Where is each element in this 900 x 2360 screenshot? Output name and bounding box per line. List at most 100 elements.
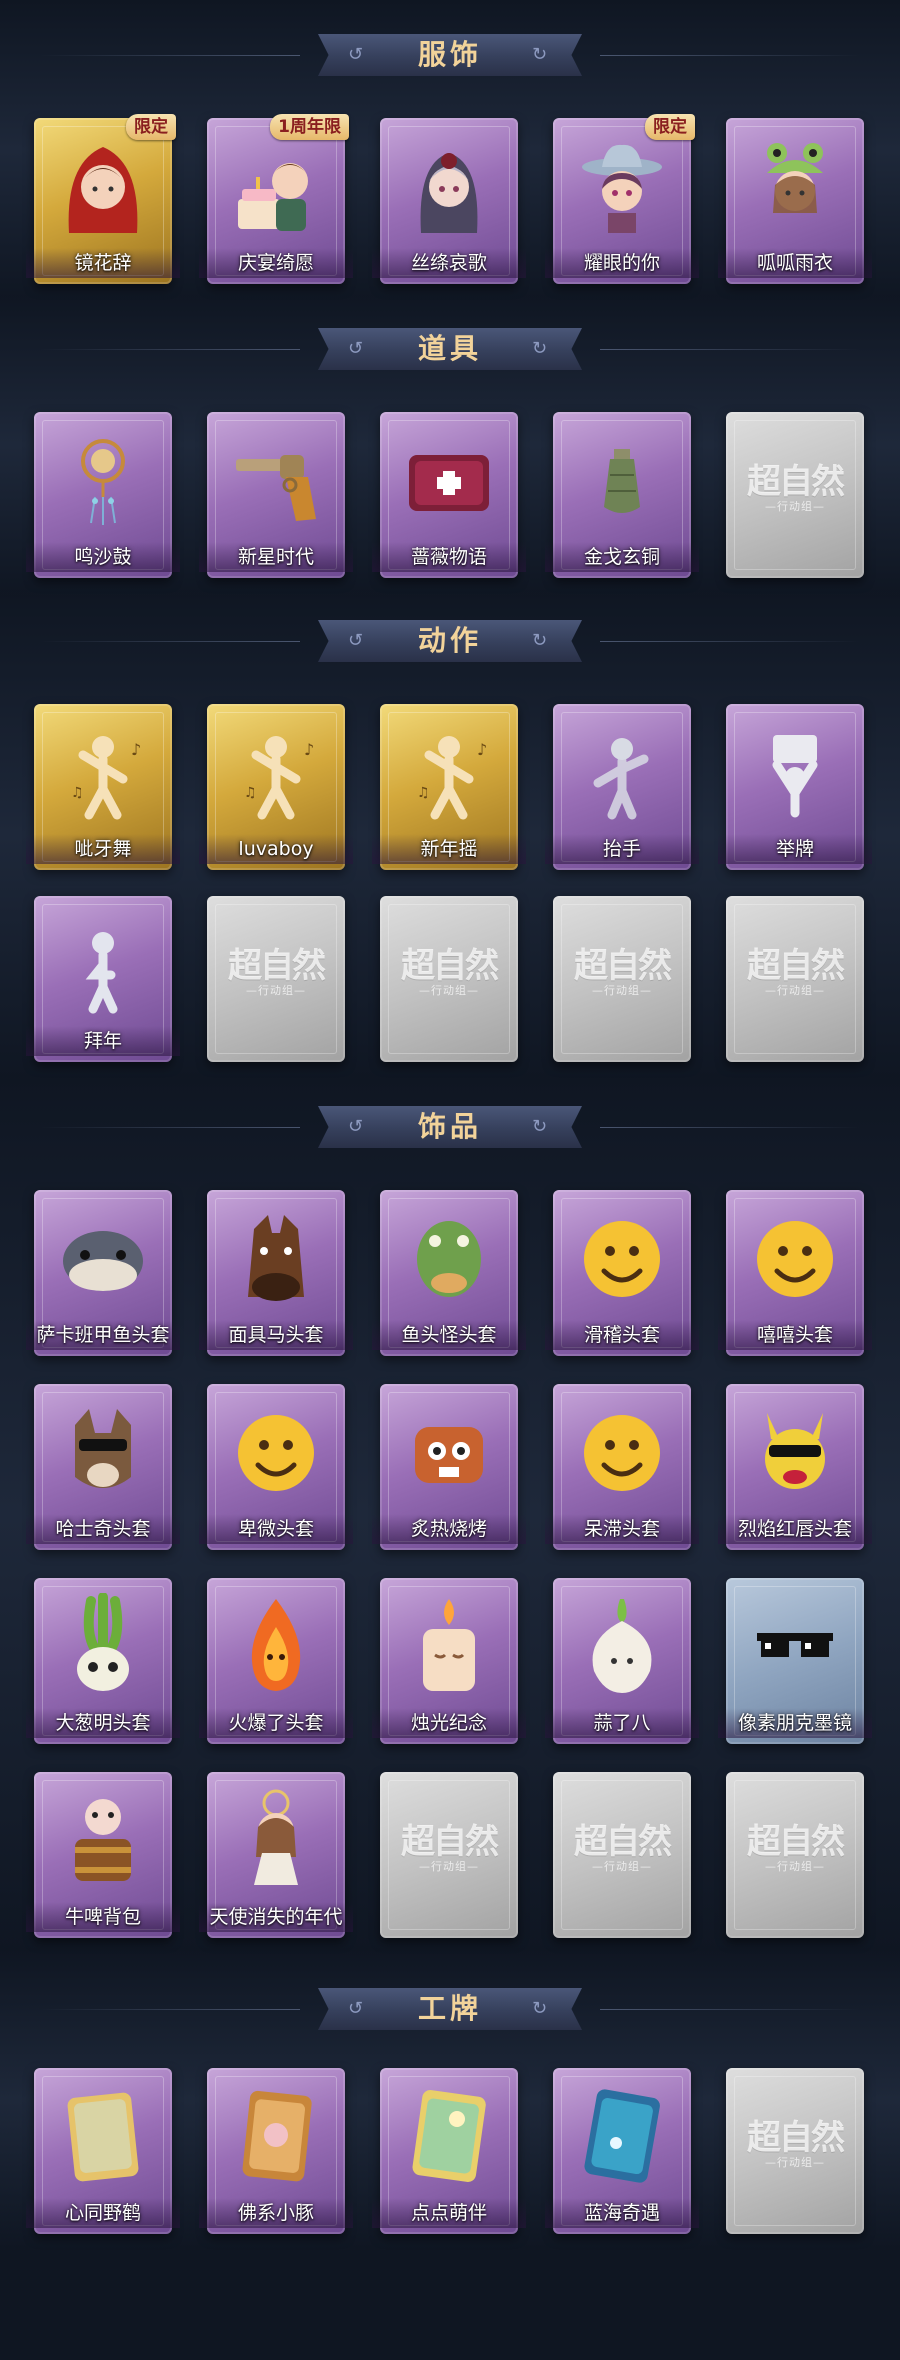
item-card[interactable]: ♪ ♫ luvaboy bbox=[199, 704, 353, 870]
item-card[interactable]: 镜花辞 限定 bbox=[26, 114, 180, 284]
item-name: 卑微头套 bbox=[199, 1514, 353, 1544]
item-card[interactable]: 蓝海奇遇 bbox=[545, 2068, 699, 2234]
bow-pose-icon bbox=[54, 910, 152, 1016]
item-card[interactable]: 蒜了八 bbox=[545, 1578, 699, 1744]
item-card[interactable]: 牛啤背包 bbox=[26, 1772, 180, 1938]
section-header-badges: ↺ ↻ 工牌 bbox=[0, 1978, 900, 2042]
locked-item-card[interactable]: 超自然 —行动组— bbox=[553, 896, 691, 1062]
svg-text:♫: ♫ bbox=[244, 785, 257, 801]
shake-pose-icon: ♪ ♫ bbox=[400, 718, 498, 824]
banner-divider bbox=[40, 1127, 300, 1128]
item-name: 佛系小豚 bbox=[199, 2198, 353, 2228]
item-card[interactable]: 抬手 bbox=[545, 704, 699, 870]
placeholder-subtitle: —行动组— bbox=[765, 500, 825, 513]
item-card[interactable]: ♪ ♫ 新年摇 bbox=[372, 704, 526, 870]
placeholder-logo: 超自然 bbox=[228, 946, 326, 986]
item-card[interactable]: 炙热烧烤 bbox=[372, 1384, 526, 1550]
item-name: 耀眼的你 bbox=[545, 248, 699, 278]
section-header-accessories: ↺ ↻ 饰品 bbox=[0, 1096, 900, 1160]
ocean-card-icon bbox=[573, 2082, 671, 2188]
item-card[interactable]: ♪ ♫ 呲牙舞 bbox=[26, 704, 180, 870]
item-name: 新年摇 bbox=[372, 834, 526, 864]
locked-item-card[interactable]: 超自然 —行动组— bbox=[380, 896, 518, 1062]
locked-item-card[interactable]: 超自然 —行动组— bbox=[726, 2068, 864, 2234]
item-card[interactable]: 卑微头套 bbox=[199, 1384, 353, 1550]
item-name: 火爆了头套 bbox=[199, 1708, 353, 1738]
item-card[interactable]: 天使消失的年代 bbox=[199, 1772, 353, 1938]
svg-text:♫: ♫ bbox=[71, 785, 84, 801]
item-name: 庆宴绮愿 bbox=[199, 248, 353, 278]
revolver-icon bbox=[227, 426, 325, 532]
item-card[interactable]: 嘻嘻头套 bbox=[718, 1190, 872, 1356]
item-name: 蔷薇物语 bbox=[372, 542, 526, 572]
locked-item-card[interactable]: 超自然 —行动组— bbox=[726, 896, 864, 1062]
section-title: 饰品 bbox=[417, 1110, 482, 1143]
item-card[interactable]: 大葱明头套 bbox=[26, 1578, 180, 1744]
placeholder-logo: 超自然 bbox=[747, 946, 845, 986]
placeholder-subtitle: —行动组— bbox=[419, 1860, 479, 1873]
placeholder-logo: 超自然 bbox=[574, 1822, 672, 1862]
locked-item-card[interactable]: 超自然 —行动组— bbox=[207, 896, 345, 1062]
item-card[interactable]: 火爆了头套 bbox=[199, 1578, 353, 1744]
banner-divider bbox=[40, 349, 300, 350]
item-name: 炙热烧烤 bbox=[372, 1514, 526, 1544]
item-card[interactable]: 哈士奇头套 bbox=[26, 1384, 180, 1550]
locked-item-card[interactable]: 超自然 —行动组— bbox=[380, 1772, 518, 1938]
placeholder-logo: 超自然 bbox=[747, 462, 845, 502]
item-name: 抬手 bbox=[545, 834, 699, 864]
item-name: 呱呱雨衣 bbox=[718, 248, 872, 278]
item-card[interactable]: 萨卡班甲鱼头套 bbox=[26, 1190, 180, 1356]
item-card[interactable]: 拜年 bbox=[26, 896, 180, 1062]
smirk-emoji-icon bbox=[573, 1204, 671, 1310]
svg-text:♪: ♪ bbox=[304, 740, 314, 759]
item-card[interactable]: 丝绦哀歌 bbox=[372, 118, 526, 284]
item-card[interactable]: 像素朋克墨镜 bbox=[718, 1578, 872, 1744]
pig-card-icon bbox=[227, 2082, 325, 2188]
item-name: 鱼头怪头套 bbox=[372, 1320, 526, 1350]
item-card[interactable]: 佛系小豚 bbox=[199, 2068, 353, 2234]
section-title: 服饰 bbox=[417, 38, 482, 71]
locked-item-card[interactable]: 超自然 —行动组— bbox=[553, 1772, 691, 1938]
item-card[interactable]: 鱼头怪头套 bbox=[372, 1190, 526, 1356]
locked-item-card[interactable]: 超自然 —行动组— bbox=[726, 1772, 864, 1938]
dance-pose-icon: ♪ ♫ bbox=[54, 718, 152, 824]
svg-text:♪: ♪ bbox=[477, 740, 487, 759]
item-card[interactable]: 鸣沙鼓 bbox=[26, 412, 180, 578]
item-card[interactable]: 举牌 bbox=[718, 704, 872, 870]
section-title: 工牌 bbox=[417, 1992, 482, 2025]
item-name: 天使消失的年代 bbox=[199, 1902, 353, 1932]
item-card[interactable]: 心同野鹤 bbox=[26, 2068, 180, 2234]
candle-icon bbox=[400, 1592, 498, 1698]
item-card[interactable]: 蔷薇物语 bbox=[372, 412, 526, 578]
item-card[interactable]: 滑稽头套 bbox=[545, 1190, 699, 1356]
banner-divider bbox=[600, 2009, 860, 2010]
item-name: 烛光纪念 bbox=[372, 1708, 526, 1738]
fish-monster-icon bbox=[400, 1204, 498, 1310]
item-card[interactable]: 呆滞头套 bbox=[545, 1384, 699, 1550]
item-card[interactable]: 耀眼的你 限定 bbox=[545, 114, 699, 284]
banner-divider bbox=[600, 55, 860, 56]
item-name: 点点萌伴 bbox=[372, 2198, 526, 2228]
item-card[interactable]: 点点萌伴 bbox=[372, 2068, 526, 2234]
item-name: 滑稽头套 bbox=[545, 1320, 699, 1350]
section-title: 道具 bbox=[417, 332, 482, 365]
yellow-mouse-icon bbox=[746, 1398, 844, 1504]
placeholder-logo: 超自然 bbox=[401, 946, 499, 986]
item-name: 举牌 bbox=[718, 834, 872, 864]
item-card[interactable]: 烛光纪念 bbox=[372, 1578, 526, 1744]
placeholder-logo: 超自然 bbox=[574, 946, 672, 986]
locked-item-card[interactable]: 超自然 —行动组— bbox=[726, 412, 864, 578]
item-card[interactable]: 新星时代 bbox=[199, 412, 353, 578]
banner-divider bbox=[40, 2009, 300, 2010]
item-name: 呲牙舞 bbox=[26, 834, 180, 864]
item-card[interactable]: 庆宴绮愿 1周年限 bbox=[199, 114, 353, 284]
item-card[interactable]: 金戈玄铜 bbox=[545, 412, 699, 578]
sign-pose-icon bbox=[746, 718, 844, 824]
item-name: 新星时代 bbox=[199, 542, 353, 572]
scallion-icon bbox=[54, 1592, 152, 1698]
item-card[interactable]: 烈焰红唇头套 bbox=[718, 1384, 872, 1550]
placeholder-subtitle: —行动组— bbox=[592, 1860, 652, 1873]
item-card[interactable]: 面具马头套 bbox=[199, 1190, 353, 1356]
cow-backpack-icon bbox=[54, 1786, 152, 1892]
item-card[interactable]: 呱呱雨衣 bbox=[718, 118, 872, 284]
